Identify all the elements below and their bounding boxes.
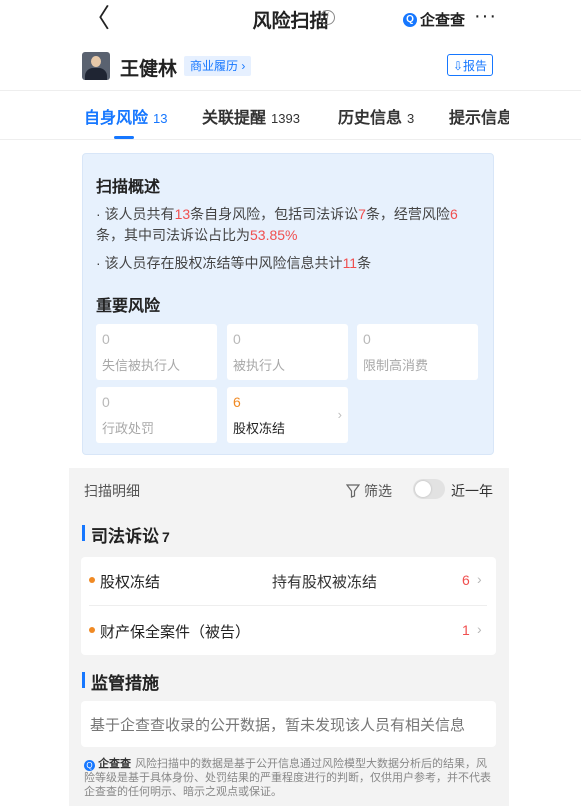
risk-equity-freeze[interactable]: 6 股权冻结 › xyxy=(227,387,348,443)
chevron-right-icon: › xyxy=(337,407,342,422)
summary-title: 扫描概述 xyxy=(96,179,161,196)
risk-administrative-penalty[interactable]: 0 行政处罚 xyxy=(96,387,217,443)
info-icon[interactable]: i xyxy=(320,10,335,25)
important-risk-title: 重要风险 xyxy=(96,298,161,315)
summary-bullet-2: · 该人员存在股权冻结等中风险信息共计11条 xyxy=(96,255,372,271)
avatar[interactable] xyxy=(82,52,110,80)
recent-year-toggle[interactable] xyxy=(413,479,445,499)
risk-dishonest-executee[interactable]: 0 失信被执行人 xyxy=(96,324,217,380)
qcc-logo-icon: Q xyxy=(84,760,95,771)
more-icon[interactable]: ··· xyxy=(474,5,497,28)
recent-year-label: 近一年 xyxy=(451,483,493,499)
business-history-tag[interactable]: 商业履历 › xyxy=(184,56,252,76)
brand-logo: Q 企查查 xyxy=(403,9,465,30)
report-button[interactable]: ⇩报告 xyxy=(447,54,493,76)
judicial-section-title: 司法诉讼 7 xyxy=(91,527,170,546)
divider xyxy=(89,605,487,606)
scan-detail-title: 扫描明细 xyxy=(84,483,140,499)
summary-bullet-1: · 该人员共有13条自身风险，包括司法诉讼7条，经营风险6条，其中司法诉讼占比为… xyxy=(96,206,458,243)
chevron-right-icon[interactable]: › xyxy=(477,571,482,587)
risk-consumption-limit[interactable]: 0 限制高消费 xyxy=(357,324,478,380)
tab-self-risk[interactable]: 自身风险 13 xyxy=(84,104,167,128)
qcc-logo-icon: Q xyxy=(403,12,417,27)
chevron-right-icon[interactable]: › xyxy=(477,621,482,637)
disclaimer: Q 企查查 风险扫描中的数据是基于公开信息通过风险模型大数据分析后的结果，风险等级… xyxy=(84,758,491,798)
risk-executee[interactable]: 0 被执行人 xyxy=(227,324,348,380)
tab-history-info[interactable]: 历史信息 3 xyxy=(338,104,414,128)
row-label-equity-freeze[interactable]: 股权冻结 xyxy=(100,571,160,592)
regulatory-section-title: 监管措施 xyxy=(91,674,159,693)
person-name[interactable]: 王健林 xyxy=(120,54,177,81)
tab-related-alerts[interactable]: 关联提醒 1393 xyxy=(202,104,300,128)
section-marker xyxy=(82,672,85,688)
filter-button[interactable]: 筛选 xyxy=(346,481,392,501)
divider xyxy=(0,139,581,140)
row-desc-equity-freeze[interactable]: 持有股权被冻结 xyxy=(272,571,377,592)
filter-icon xyxy=(346,484,360,498)
status-dot xyxy=(89,577,95,583)
no-data-text: 基于企查查收录的公开数据，暂未发现该人员有相关信息 xyxy=(90,717,466,734)
divider xyxy=(0,90,581,91)
tab-prompt-info[interactable]: 提示信息 xyxy=(449,104,509,128)
section-marker xyxy=(82,525,85,541)
row-label-property-preservation[interactable]: 财产保全案件（被告） xyxy=(100,621,250,642)
brand-name: 企查查 xyxy=(420,12,466,29)
status-dot xyxy=(89,627,95,633)
row-count: 6 xyxy=(462,572,470,588)
row-count: 1 xyxy=(462,622,470,638)
